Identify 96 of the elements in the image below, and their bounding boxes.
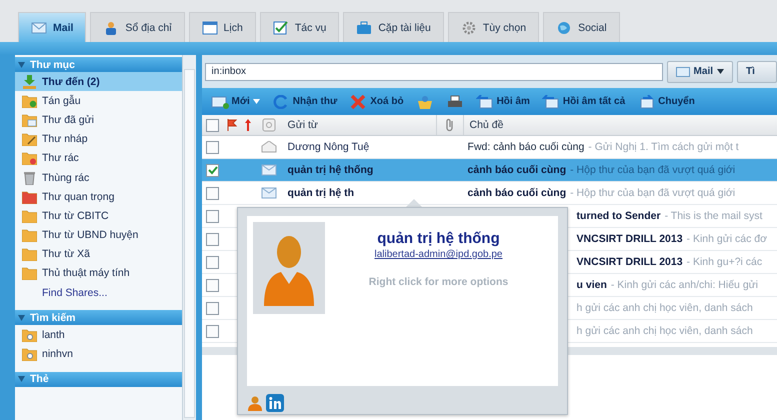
folder-item[interactable]: Tán gẫu bbox=[15, 91, 182, 110]
tab[interactable]: Cặp tài liệu bbox=[343, 12, 444, 42]
folder-icon bbox=[22, 266, 37, 280]
checkbox[interactable] bbox=[206, 302, 220, 314]
folder-icon bbox=[22, 132, 37, 146]
checkbox[interactable] bbox=[206, 232, 220, 246]
printer-icon bbox=[446, 94, 464, 108]
tab[interactable]: Social bbox=[543, 12, 620, 42]
search-field[interactable]: in:inbox bbox=[204, 62, 663, 80]
globe-icon bbox=[556, 20, 572, 34]
toolbar-button[interactable]: Hồi âm bbox=[470, 90, 535, 112]
caret-icon bbox=[18, 376, 25, 382]
folder-item[interactable]: Thư từ CBITC bbox=[15, 206, 182, 226]
checkbox[interactable] bbox=[206, 278, 220, 292]
folder-icon bbox=[22, 151, 37, 166]
calendar-icon bbox=[202, 20, 218, 34]
subject-line: h gửi các anh chị học viên, danh sách bbox=[576, 325, 753, 337]
checkbox[interactable] bbox=[206, 256, 220, 268]
column-header[interactable]: Gửi từ bbox=[282, 115, 437, 135]
select-all-checkbox[interactable] bbox=[206, 118, 220, 132]
download-icon bbox=[22, 74, 37, 89]
folder-icon bbox=[22, 328, 37, 342]
folder-item[interactable]: Thư từ UBND huyện bbox=[15, 226, 182, 245]
toolbar-button[interactable]: Mới bbox=[206, 90, 265, 112]
folder-item[interactable]: Thư đã gửi bbox=[15, 110, 182, 130]
folder-icon bbox=[22, 112, 37, 127]
settings-icon bbox=[460, 20, 477, 34]
delete-icon bbox=[349, 94, 368, 108]
folder-icon bbox=[22, 190, 37, 204]
toolbar-button[interactable]: Nhận thư bbox=[266, 90, 342, 112]
toolbar-button[interactable]: Chuyển bbox=[632, 90, 700, 112]
caret-icon bbox=[717, 69, 724, 74]
folder-item[interactable]: lanth bbox=[15, 325, 182, 344]
caret-icon bbox=[18, 314, 25, 321]
checkbox[interactable] bbox=[206, 164, 220, 176]
envelope-icon bbox=[210, 94, 229, 108]
folder-item[interactable]: ninhvn bbox=[15, 344, 182, 364]
folder-icon bbox=[22, 347, 37, 362]
checkbox-icon bbox=[272, 20, 289, 34]
folder-item[interactable]: Find Shares... bbox=[15, 283, 182, 302]
tab[interactable]: Mail bbox=[18, 12, 86, 42]
folder-item[interactable]: Thư từ Xã bbox=[15, 244, 182, 264]
caret-icon bbox=[18, 62, 25, 68]
priority-icon bbox=[245, 119, 252, 131]
sender-name: quản trị hệ th bbox=[288, 187, 354, 199]
subject-line: turned to Sender - This is the mail syst bbox=[576, 210, 762, 222]
search-button[interactable]: Tì bbox=[737, 60, 777, 82]
sender-name: Dương Nông Tuệ bbox=[288, 141, 370, 153]
trash-icon bbox=[22, 170, 37, 185]
basket-icon bbox=[416, 94, 434, 108]
folder-icon bbox=[22, 208, 37, 223]
folder-item[interactable]: Thư nháp bbox=[15, 130, 182, 149]
checkbox[interactable] bbox=[206, 324, 220, 338]
tab[interactable]: Tùy chọn bbox=[448, 12, 540, 42]
person-icon[interactable] bbox=[247, 395, 263, 411]
email-link[interactable]: lalibertad-admin@ipd.gob.pe bbox=[374, 249, 502, 260]
folder-item[interactable]: Thư quan trọng bbox=[15, 187, 182, 206]
tab[interactable]: Lịch bbox=[188, 12, 256, 42]
toolbar-button[interactable]: Xoá bỏ bbox=[344, 90, 409, 112]
folder-item[interactable]: Thủ thuật máy tính bbox=[15, 264, 182, 284]
briefcase-icon bbox=[356, 20, 372, 34]
reply-icon bbox=[476, 94, 494, 108]
column-header[interactable]: Chủ đề bbox=[464, 119, 777, 131]
subject-line: h gửi các anh chị học viên, danh sách bbox=[576, 302, 753, 314]
subject-line: cảnh báo cuối cùng - Hộp thư của bạn đã vượt quá giới bbox=[468, 164, 736, 176]
folder-icon bbox=[22, 247, 37, 262]
subject-line: u vien - Kinh gửi các anh/chi: Hiếu gửi bbox=[576, 279, 758, 291]
reply-icon bbox=[542, 94, 560, 108]
tab[interactable]: Sổ địa chỉ bbox=[90, 12, 185, 42]
folder-item[interactable]: Thư rác bbox=[15, 148, 182, 168]
social-profile-icon[interactable] bbox=[266, 394, 284, 412]
checkbox[interactable] bbox=[206, 186, 220, 200]
flag-icon bbox=[227, 119, 238, 131]
checkmark-icon bbox=[208, 166, 218, 174]
status-icon bbox=[262, 118, 276, 132]
folder-icon bbox=[22, 228, 37, 242]
scrollbar[interactable] bbox=[182, 55, 196, 420]
subject-line: VNCSIRT DRILL 2013 - Kinh gu+?i các bbox=[576, 256, 762, 268]
folder-icon bbox=[22, 94, 37, 108]
envelope-icon bbox=[676, 66, 690, 76]
tab[interactable]: Tác vụ bbox=[260, 12, 340, 42]
subject-line: cảnh báo cuối cùng - Hộp thư của bạn đã vượt quá giới bbox=[468, 187, 736, 199]
hint-text: Right click for more options bbox=[368, 276, 508, 288]
caret-icon bbox=[252, 99, 260, 104]
contact-name: quản trị hệ thống bbox=[377, 230, 500, 247]
toolbar-button[interactable]: Hồi âm tất cả bbox=[536, 90, 630, 112]
checkbox[interactable] bbox=[206, 140, 220, 154]
folder-item[interactable]: Thư đến (2) bbox=[15, 72, 182, 92]
search-type-button[interactable]: Mail bbox=[666, 60, 733, 82]
folder-item[interactable]: Thùng rác bbox=[15, 168, 182, 188]
envelope-icon bbox=[31, 20, 47, 34]
sender-name: quản trị hệ thống bbox=[288, 164, 374, 176]
subject-line: VNCSIRT DRILL 2013 - Kinh gửi các đơ bbox=[576, 233, 767, 245]
refresh-icon bbox=[272, 94, 290, 108]
subject-line: Fwd: cảnh báo cuối cùng - Gửi Nghị 1. Tìm cách gửi một t bbox=[468, 141, 739, 153]
checkbox[interactable] bbox=[206, 210, 220, 222]
